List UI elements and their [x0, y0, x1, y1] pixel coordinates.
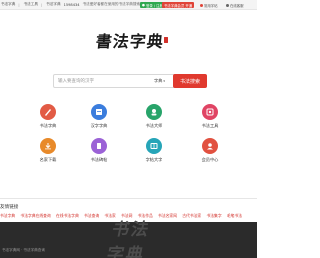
grid-label-4: 书法工具 [201, 123, 219, 128]
brush-icon [40, 104, 56, 120]
friend-link[interactable]: 古代书法家 [182, 213, 201, 218]
master-icon [146, 104, 162, 120]
grid-label-6: 书法碑帖 [90, 157, 108, 162]
friend-link[interactable]: 书法集字 [206, 213, 221, 218]
grid-item-7[interactable]: 字帖大字 [134, 138, 174, 178]
dictionary-icon [91, 104, 107, 120]
star-icon [200, 3, 203, 7]
grid-label-3: 书法大师 [145, 123, 163, 128]
chat-icon [226, 3, 229, 7]
visit-count: 1598434 [63, 2, 80, 7]
search-type-value: 字典 [154, 78, 163, 83]
friend-link[interactable]: 书法字典 [0, 213, 15, 218]
footer-copyright: 书法字典网 · 书法字典查询 [2, 248, 45, 252]
seal-icon [164, 37, 168, 43]
stele-icon [91, 138, 107, 154]
footer-watermark: 书法字典 [104, 220, 153, 258]
grid-item-8[interactable]: 会员中心 [190, 138, 230, 178]
grid-label-5: 名家下载 [39, 157, 57, 162]
copybook-link[interactable]: 常用字帖 [200, 0, 218, 10]
grid-item-5[interactable]: 名家下载 [28, 138, 68, 178]
grid-label-2: 汉字字典 [90, 123, 108, 128]
grid-label-8: 会员中心 [201, 157, 219, 162]
top-link-2[interactable]: 书法工具 [24, 2, 38, 7]
user-icon: ● [142, 3, 145, 7]
page: 书法字典 | 书法工具 | 书法字典 1598434 书法爱好者都在使用的书法字… [0, 0, 257, 258]
vip-button[interactable]: 书法字典会员 开通 [162, 2, 195, 8]
friend-links-title: 友情链接 [0, 205, 19, 210]
support-label: 在线客服 [230, 3, 244, 8]
support-link[interactable]: 在线客服 [226, 0, 244, 10]
grid-label-1: 书法字典 [39, 123, 57, 128]
friend-link[interactable]: 在线书法字典 [56, 213, 79, 218]
friend-link[interactable]: 毛笔书法 [227, 213, 242, 218]
search-input[interactable] [54, 75, 152, 87]
divider [0, 198, 257, 199]
top-bar: 书法字典 | 书法工具 | 书法字典 1598434 书法爱好者都在使用的书法字… [0, 0, 257, 10]
grid-label-7: 字帖大字 [145, 157, 163, 162]
copybook-label: 常用字帖 [204, 3, 218, 8]
user-center-icon [202, 138, 218, 154]
top-link-1[interactable]: 书法字典 [1, 2, 15, 7]
login-label: 登录 / 注册 [145, 3, 163, 8]
logo-text: 書法字典 [94, 32, 165, 51]
download-icon [40, 138, 56, 154]
tools-icon [202, 104, 218, 120]
grid-item-6[interactable]: 书法碑帖 [79, 138, 119, 178]
search-bar: 字典 ▾ 书法搜索 [53, 74, 207, 88]
chevron-down-icon: ▾ [163, 79, 165, 83]
top-link-3[interactable]: 书法字典 [46, 2, 60, 7]
friend-link[interactable]: 书法查询 [84, 213, 99, 218]
friend-link[interactable]: 书法字典在线查询 [20, 213, 50, 218]
search-button[interactable]: 书法搜索 [173, 74, 207, 88]
copybook-icon [146, 138, 162, 154]
search-type-select[interactable]: 字典 ▾ [154, 77, 170, 85]
